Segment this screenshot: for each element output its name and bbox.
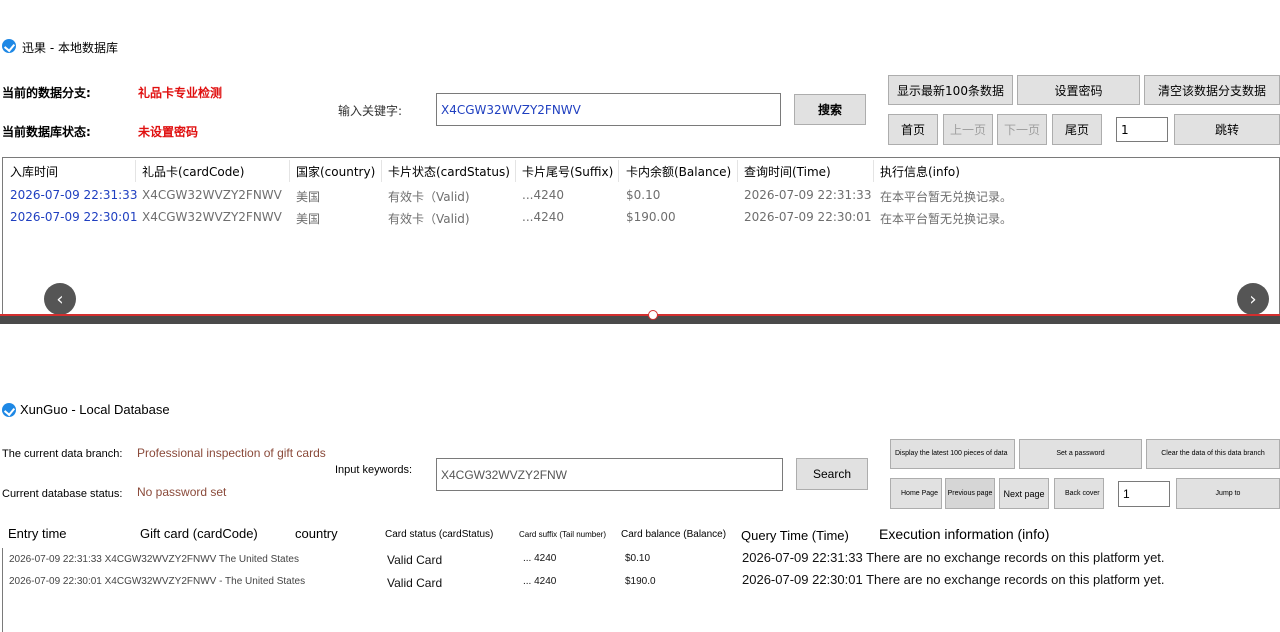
page-number-value: 1 xyxy=(1121,122,1129,137)
table-cell[interactable]: 2026-07-09 22:30:01 xyxy=(744,210,871,224)
status-value: No password set xyxy=(137,485,227,499)
table-cell[interactable]: 美国 xyxy=(296,188,320,205)
column-divider xyxy=(618,160,619,182)
page-number-input[interactable]: 1 xyxy=(1118,481,1170,507)
table-cell[interactable]: 2026-07-09 22:31:33 There are no exchang… xyxy=(742,550,1165,565)
window-title: XunGuo - Local Database xyxy=(20,402,170,417)
search-input[interactable]: X4CGW32WVZY2FNW xyxy=(436,458,783,491)
table-cell[interactable]: 在本平台暂无兑换记录。 xyxy=(880,188,1012,205)
column-divider xyxy=(873,160,874,182)
branch-label: The current data branch: xyxy=(2,448,123,460)
branch-value: Professional inspection of gift cards xyxy=(137,446,326,460)
page-number-value: 1 xyxy=(1123,487,1130,501)
column-header[interactable]: Entry time xyxy=(8,526,67,541)
column-header[interactable]: Query Time (Time) xyxy=(741,528,849,543)
table-cell[interactable]: 在本平台暂无兑换记录。 xyxy=(880,210,1012,227)
search-input-value: X4CGW32WVZY2FNW xyxy=(441,467,568,482)
table-cell[interactable]: X4CGW32WVZY2FNWV xyxy=(142,210,282,224)
column-divider xyxy=(737,160,738,182)
table-cell[interactable]: $190.00 xyxy=(626,210,676,224)
column-header[interactable]: Card balance (Balance) xyxy=(621,529,726,540)
prev-page-button[interactable]: 上一页 xyxy=(943,114,993,145)
table-cell[interactable]: 2026-07-09 22:31:33 xyxy=(744,188,871,202)
column-header[interactable]: 礼品卡(cardCode) xyxy=(142,163,244,180)
search-input[interactable]: X4CGW32WVZY2FNWV xyxy=(436,93,781,126)
set-password-button[interactable]: Set a password xyxy=(1019,439,1142,469)
column-header[interactable]: Card suffix (Tail number) xyxy=(519,530,606,539)
table-cell[interactable]: ... 4240 xyxy=(523,553,556,564)
column-header[interactable]: 查询时间(Time) xyxy=(744,163,831,180)
comparison-divider xyxy=(0,316,1280,324)
table-cell[interactable]: $190.0 xyxy=(625,576,656,587)
column-header[interactable]: 卡片尾号(Suffix) xyxy=(522,163,613,180)
table-cell[interactable]: ...4240 xyxy=(522,210,564,224)
slider-handle[interactable] xyxy=(648,310,658,320)
search-button[interactable]: 搜索 xyxy=(794,94,866,125)
app-logo-icon xyxy=(2,39,16,53)
table-cell[interactable]: 2026-07-09 22:30:01 xyxy=(10,210,137,224)
keyword-label: Input keywords: xyxy=(335,464,413,476)
table-cell[interactable]: 有效卡（Valid) xyxy=(388,210,470,227)
page-number-input[interactable]: 1 xyxy=(1116,117,1168,142)
next-page-button[interactable]: 下一页 xyxy=(997,114,1047,145)
last-page-button[interactable]: Back cover xyxy=(1054,478,1104,509)
column-header[interactable]: 卡内余额(Balance) xyxy=(626,163,731,180)
first-page-button[interactable]: 首页 xyxy=(888,114,938,145)
column-header[interactable]: 卡片状态(cardStatus) xyxy=(388,163,510,180)
table-cell[interactable]: 2026-07-09 22:31:33 X4CGW32WVZY2FNWV The… xyxy=(9,554,299,565)
results-grid[interactable] xyxy=(2,157,1280,314)
table-cell[interactable]: Valid Card xyxy=(387,576,442,590)
table-cell[interactable]: 2026-07-09 22:30:01 X4CGW32WVZY2FNWV - T… xyxy=(9,576,305,587)
table-cell[interactable]: Valid Card xyxy=(387,553,442,567)
status-label: Current database status: xyxy=(2,488,123,500)
table-cell[interactable]: $0.10 xyxy=(625,553,650,564)
table-cell[interactable]: 2026-07-09 22:30:01 There are no exchang… xyxy=(742,572,1165,587)
chevron-left-icon[interactable]: ‹ xyxy=(44,283,76,315)
search-input-value: X4CGW32WVZY2FNWV xyxy=(441,102,581,117)
table-cell[interactable]: 2026-07-09 22:31:33 xyxy=(10,188,137,202)
table-cell[interactable]: 有效卡（Valid) xyxy=(388,188,470,205)
branch-label: 当前的数据分支: xyxy=(2,86,91,100)
column-header[interactable]: 执行信息(info) xyxy=(880,163,960,180)
branch-value: 礼品卡专业检测 xyxy=(138,86,223,100)
table-cell[interactable]: 美国 xyxy=(296,210,320,227)
column-header[interactable]: 入库时间 xyxy=(10,163,58,180)
set-password-button[interactable]: 设置密码 xyxy=(1017,75,1140,105)
column-header[interactable]: Card status (cardStatus) xyxy=(385,529,493,540)
column-header[interactable]: country xyxy=(295,526,338,541)
jump-button[interactable]: Jump to xyxy=(1176,478,1280,509)
keyword-label: 输入关键字: xyxy=(338,104,403,118)
app-logo-icon xyxy=(2,403,16,417)
search-button[interactable]: Search xyxy=(796,458,868,490)
column-divider xyxy=(135,160,136,182)
column-header[interactable]: 国家(country) xyxy=(296,163,375,180)
table-cell[interactable]: ...4240 xyxy=(522,188,564,202)
last-page-button[interactable]: 尾页 xyxy=(1052,114,1102,145)
prev-page-button[interactable]: Previous page xyxy=(945,478,995,509)
jump-button[interactable]: 跳转 xyxy=(1174,114,1280,145)
status-label: 当前数据库状态: xyxy=(2,125,91,139)
column-header[interactable]: Gift card (cardCode) xyxy=(140,526,258,541)
chevron-right-icon[interactable]: › xyxy=(1237,283,1269,315)
table-cell[interactable]: ... 4240 xyxy=(523,576,556,587)
clear-branch-button[interactable]: 清空该数据分支数据 xyxy=(1144,75,1280,105)
status-value: 未设置密码 xyxy=(138,125,199,139)
column-header[interactable]: Execution information (info) xyxy=(879,526,1049,542)
column-divider xyxy=(289,160,290,182)
clear-branch-button[interactable]: Clear the data of this data branch xyxy=(1146,439,1280,469)
first-page-button[interactable]: Home Page xyxy=(890,478,942,509)
window-title: 迅果 - 本地数据库 xyxy=(22,41,118,55)
column-divider xyxy=(381,160,382,182)
table-cell[interactable]: X4CGW32WVZY2FNWV xyxy=(142,188,282,202)
column-divider xyxy=(515,160,516,182)
table-cell[interactable]: $0.10 xyxy=(626,188,660,202)
show-latest-button[interactable]: 显示最新100条数据 xyxy=(888,75,1013,105)
show-latest-button[interactable]: Display the latest 100 pieces of data xyxy=(890,439,1015,469)
next-page-button[interactable]: Next page xyxy=(999,478,1049,509)
